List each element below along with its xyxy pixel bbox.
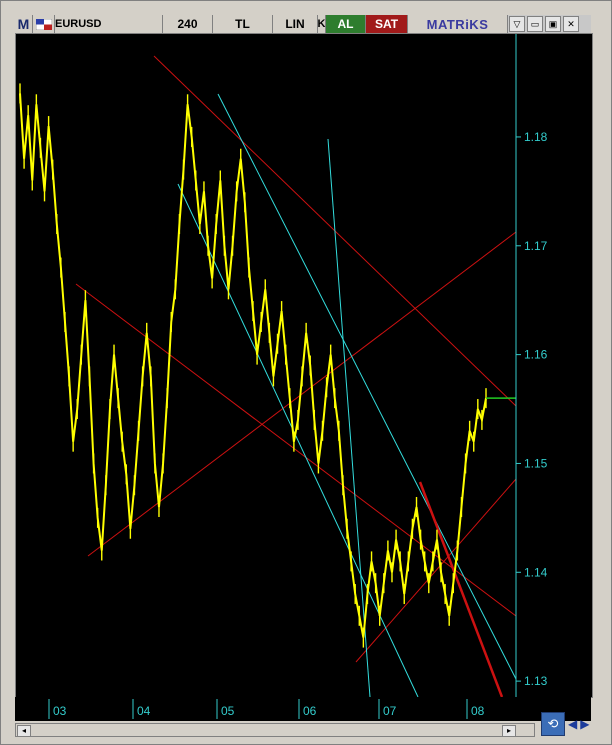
symbol-field[interactable]: EURUSD xyxy=(55,15,163,33)
x-tick-label: 06 xyxy=(303,704,317,718)
prev-arrow-icon[interactable]: ◀ xyxy=(568,717,577,731)
y-tick-label: 1.17 xyxy=(524,239,548,253)
price-series xyxy=(19,83,516,648)
next-arrow-icon[interactable]: ▶ xyxy=(580,717,589,731)
y-tick-label: 1.14 xyxy=(524,565,548,579)
chart-window: M EURUSD 240 TL LIN K AL SAT MATRiKS ▽ ▭… xyxy=(0,0,612,745)
dropdown-button[interactable]: ▽ xyxy=(509,16,525,32)
sell-button[interactable]: SAT xyxy=(366,15,408,33)
horizontal-scrollbar[interactable]: ◂ ▸ xyxy=(15,723,535,737)
y-axis-ticks: 1.18 1.17 1.16 1.15 1.14 1.13 xyxy=(516,130,548,688)
scroll-left-button[interactable]: ◂ xyxy=(17,725,31,737)
y-tick-label: 1.13 xyxy=(524,674,548,688)
k-label: K xyxy=(318,15,326,33)
period-selector[interactable]: 240 xyxy=(163,15,213,33)
buy-button[interactable]: AL xyxy=(326,15,366,33)
currency-selector[interactable]: TL xyxy=(213,15,273,33)
eu-flag-icon xyxy=(35,18,52,30)
x-axis: 03 04 05 06 07 08 xyxy=(15,697,591,721)
scroll-right-button[interactable]: ▸ xyxy=(502,725,516,737)
price-line xyxy=(19,93,487,638)
y-tick-label: 1.16 xyxy=(524,348,548,362)
x-axis-ticks: 03 04 05 06 07 08 xyxy=(48,699,485,719)
x-tick-label: 07 xyxy=(383,704,397,718)
x-tick-label: 05 xyxy=(221,704,235,718)
y-tick-label: 1.18 xyxy=(524,130,548,144)
chart-toolbar: M EURUSD 240 TL LIN K AL SAT MATRiKS ▽ ▭… xyxy=(15,15,591,33)
maximize-button[interactable]: ▣ xyxy=(545,16,561,32)
refresh-icon[interactable]: ⟲ xyxy=(541,712,565,736)
close-button[interactable]: ✕ xyxy=(563,16,579,32)
x-tick-label: 08 xyxy=(471,704,485,718)
price-chart-svg: 1.18 1.17 1.16 1.15 1.14 1.13 xyxy=(19,34,548,698)
trendline[interactable] xyxy=(75,283,517,617)
matriks-logo-icon[interactable]: M xyxy=(15,15,33,33)
brand-label: MATRiKS xyxy=(408,15,508,33)
scale-selector[interactable]: LIN xyxy=(273,15,318,33)
chart-nav: ⟲ ◀ ▶ xyxy=(541,711,597,737)
y-tick-label: 1.15 xyxy=(524,456,548,470)
x-tick-label: 03 xyxy=(53,704,67,718)
minimize-button[interactable]: ▭ xyxy=(527,16,543,32)
trendline[interactable] xyxy=(327,138,371,698)
x-tick-label: 04 xyxy=(137,704,151,718)
x-axis-svg: 03 04 05 06 07 08 xyxy=(48,699,485,719)
trendline[interactable] xyxy=(355,478,517,663)
flag-icon xyxy=(33,15,55,33)
price-chart[interactable]: 1.18 1.17 1.16 1.15 1.14 1.13 xyxy=(15,33,593,698)
